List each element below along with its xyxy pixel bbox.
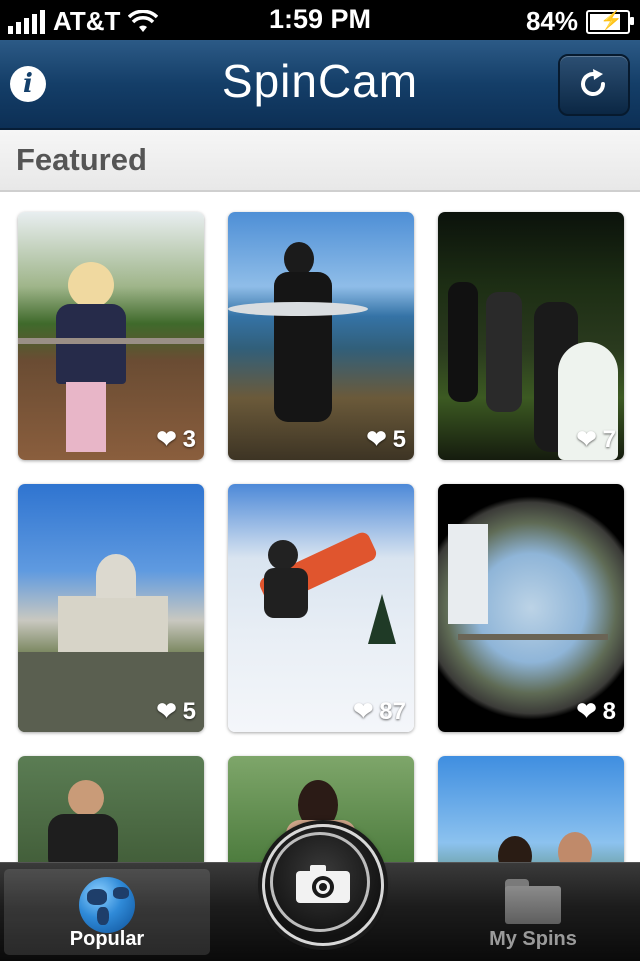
nav-bar: i SpinCam xyxy=(0,40,640,130)
camera-button[interactable] xyxy=(262,824,384,946)
battery-icon: ⚡ xyxy=(586,9,634,34)
camera-icon xyxy=(296,865,350,903)
spin-thumbnail[interactable]: ❤ 5 xyxy=(228,212,414,460)
like-count: ❤ 87 xyxy=(353,697,406,726)
like-count: ❤ 3 xyxy=(156,425,196,454)
spin-thumbnail[interactable]: ❤ xyxy=(438,756,624,862)
tab-popular-label: Popular xyxy=(69,928,145,950)
spin-thumbnail[interactable]: ❤ 87 xyxy=(228,484,414,732)
globe-icon xyxy=(79,877,135,933)
app-title: SpinCam xyxy=(221,55,419,107)
heart-icon: ❤ xyxy=(366,426,387,453)
tab-popular[interactable]: Popular xyxy=(4,869,210,955)
featured-section-header: Featured xyxy=(0,130,640,192)
tab-my-spins[interactable]: My Spins xyxy=(430,869,636,955)
like-count: ❤ 5 xyxy=(156,697,196,726)
status-right: 84% ⚡ xyxy=(525,6,634,37)
spin-thumbnail[interactable]: ❤ 3 xyxy=(18,212,204,460)
heart-icon: ❤ xyxy=(156,426,177,453)
spin-thumbnail[interactable]: ❤ 7 xyxy=(438,212,624,460)
like-count: ❤ 5 xyxy=(366,425,406,454)
spin-thumbnail[interactable]: ❤ 5 xyxy=(18,484,204,732)
folder-icon xyxy=(505,879,561,925)
heart-icon: ❤ xyxy=(156,698,177,725)
heart-icon: ❤ xyxy=(353,698,374,725)
section-title: Featured xyxy=(16,142,147,177)
battery-percent: 84% xyxy=(525,6,578,36)
refresh-icon xyxy=(581,69,606,97)
spin-thumbnail[interactable]: ❤ xyxy=(18,756,204,862)
spins-grid: ❤ 3 ❤ 5 ❤ 7 ❤ 5 ❤ 87 ❤ 8 xyxy=(0,192,640,862)
status-bar: AT&T 1:59 PM 84% ⚡ xyxy=(0,0,640,40)
tab-my-spins-label: My Spins xyxy=(489,928,577,950)
refresh-button[interactable] xyxy=(558,54,630,116)
spin-thumbnail[interactable]: ❤ 8 xyxy=(438,484,624,732)
like-count: ❤ 8 xyxy=(576,697,616,726)
heart-icon: ❤ xyxy=(576,426,597,453)
heart-icon: ❤ xyxy=(576,698,597,725)
like-count: ❤ 7 xyxy=(576,425,616,454)
